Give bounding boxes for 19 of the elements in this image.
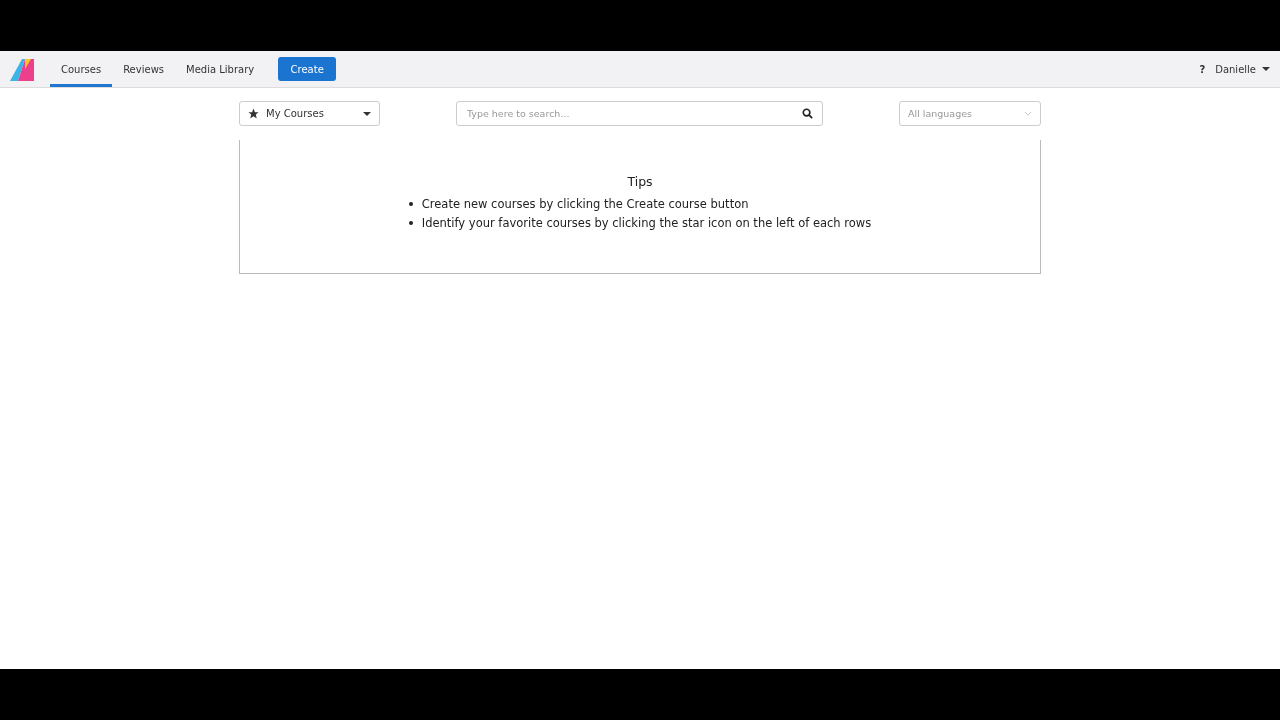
star-icon: [248, 108, 259, 119]
logo-icon[interactable]: [10, 57, 34, 81]
nav-tab[interactable]: Media Library: [175, 51, 266, 87]
tip-text: Identify your favorite courses by clicking the star icon on the left of each rows: [421, 216, 872, 230]
tips-title: Tips: [627, 174, 653, 189]
chevron-icon: [1024, 111, 1032, 116]
bullet-icon: [408, 221, 413, 225]
caret-icon: [363, 111, 371, 116]
search-icon[interactable]: [802, 108, 813, 119]
scope-dropdown[interactable]: My Courses: [239, 101, 380, 126]
help-link[interactable]: ?: [1199, 63, 1206, 75]
search-field[interactable]: Type here to search...: [456, 101, 823, 126]
caret-icon: [1262, 67, 1270, 71]
user-menu[interactable]: Danielle: [1215, 63, 1270, 75]
nav-tab[interactable]: Courses: [50, 51, 113, 87]
create-button[interactable]: Create: [278, 57, 337, 81]
bullet-icon: [408, 202, 413, 206]
tip-text: Create new courses by clicking the Create course button: [421, 197, 749, 211]
nav-tab[interactable]: Reviews: [112, 51, 175, 87]
